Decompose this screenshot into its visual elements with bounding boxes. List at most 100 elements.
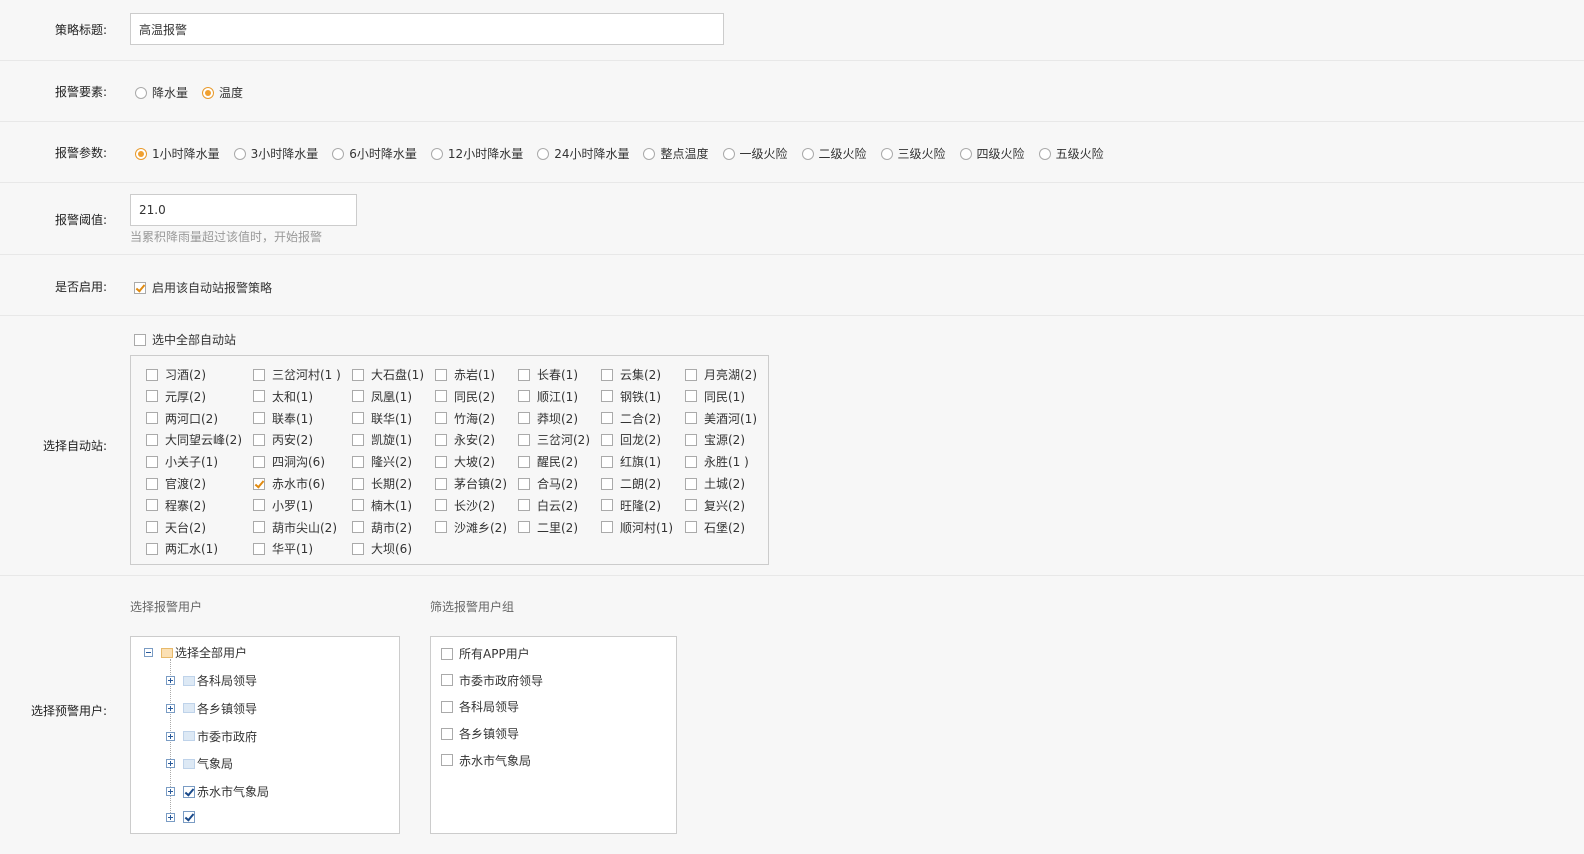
alarm-param-radio[interactable]: [430, 147, 443, 160]
station-checkbox[interactable]: [601, 390, 613, 403]
station-checkbox-item[interactable]: 联华(1): [352, 410, 412, 427]
alarm-param-radio[interactable]: [722, 147, 735, 160]
station-checkbox-item[interactable]: 程寨(2): [146, 497, 206, 514]
station-checkbox-item[interactable]: 旺隆(2): [601, 497, 661, 514]
station-checkbox-item[interactable]: 红旗(1): [601, 453, 661, 470]
station-checkbox-item[interactable]: 元厚(2): [146, 388, 206, 405]
station-checkbox-item[interactable]: 莽坝(2): [518, 410, 578, 427]
station-checkbox-item[interactable]: 联奉(1): [253, 410, 313, 427]
station-checkbox-item[interactable]: 复兴(2): [685, 497, 745, 514]
station-checkbox[interactable]: [352, 390, 364, 403]
station-checkbox[interactable]: [435, 521, 447, 534]
station-checkbox[interactable]: [435, 412, 447, 425]
expand-icon[interactable]: [166, 703, 175, 713]
station-checkbox[interactable]: [352, 433, 364, 446]
alarm-param-option[interactable]: 24小时降水量: [537, 145, 629, 162]
station-checkbox[interactable]: [146, 542, 158, 555]
threshold-input[interactable]: 21.0: [130, 194, 357, 226]
expand-icon[interactable]: [166, 759, 175, 769]
alarm-element-option[interactable]: 温度: [202, 84, 243, 101]
station-checkbox[interactable]: [253, 433, 265, 446]
tree-root-node[interactable]: 选择全部用户: [144, 644, 247, 661]
station-checkbox[interactable]: [601, 412, 613, 425]
station-checkbox-item[interactable]: 大坡(2): [435, 453, 495, 470]
user-group-item[interactable]: 赤水市气象局: [441, 752, 531, 769]
station-checkbox-item[interactable]: 长沙(2): [435, 497, 495, 514]
station-checkbox[interactable]: [435, 499, 447, 512]
alarm-element-radio[interactable]: [202, 86, 215, 99]
station-checkbox-item[interactable]: 沙滩乡(2): [435, 519, 507, 536]
station-checkbox[interactable]: [253, 390, 265, 403]
station-checkbox-item[interactable]: 习酒(2): [146, 366, 206, 383]
station-checkbox[interactable]: [518, 433, 530, 446]
expand-icon[interactable]: [166, 812, 175, 822]
tree-child-node[interactable]: 各科局领导: [166, 672, 257, 689]
station-checkbox[interactable]: [518, 412, 530, 425]
station-checkbox[interactable]: [518, 368, 530, 381]
station-checkbox[interactable]: [685, 521, 697, 534]
station-checkbox-item[interactable]: 二合(2): [601, 410, 661, 427]
alarm-param-radio[interactable]: [537, 147, 550, 160]
station-checkbox[interactable]: [601, 499, 613, 512]
station-checkbox[interactable]: [601, 521, 613, 534]
station-checkbox-item[interactable]: 二朗(2): [601, 475, 661, 492]
tree-child-node[interactable]: 赤水市气象局: [166, 783, 269, 800]
collapse-icon[interactable]: [144, 648, 153, 657]
station-checkbox[interactable]: [685, 368, 697, 381]
alarm-param-radio[interactable]: [959, 147, 972, 160]
station-checkbox[interactable]: [518, 521, 530, 534]
station-checkbox-item[interactable]: 凤凰(1): [352, 388, 412, 405]
user-group-checkbox[interactable]: [441, 700, 453, 713]
select-all-stations-checkbox[interactable]: 选中全部自动站: [134, 331, 236, 348]
station-checkbox[interactable]: [435, 455, 447, 468]
station-checkbox-item[interactable]: 赤岩(1): [435, 366, 495, 383]
station-checkbox[interactable]: [352, 499, 364, 512]
select-all-stations-box[interactable]: [134, 333, 146, 346]
station-checkbox-item[interactable]: 凯旋(1): [352, 431, 412, 448]
station-checkbox-item[interactable]: 楠木(1): [352, 497, 412, 514]
station-checkbox-item[interactable]: 顺河村(1): [601, 519, 673, 536]
station-checkbox[interactable]: [146, 368, 158, 381]
station-checkbox-item[interactable]: 月亮湖(2): [685, 366, 757, 383]
station-checkbox[interactable]: [352, 542, 364, 555]
station-checkbox-item[interactable]: 长春(1): [518, 366, 578, 383]
station-checkbox-item[interactable]: 小罗(1): [253, 497, 313, 514]
station-checkbox[interactable]: [601, 477, 613, 490]
station-checkbox[interactable]: [685, 499, 697, 512]
station-checkbox[interactable]: [253, 542, 265, 555]
station-checkbox-item[interactable]: 醒民(2): [518, 453, 578, 470]
station-checkbox[interactable]: [435, 433, 447, 446]
alarm-param-option[interactable]: 3小时降水量: [233, 145, 318, 162]
user-group-item[interactable]: 各科局领导: [441, 698, 519, 715]
user-group-checkbox[interactable]: [441, 754, 453, 767]
alarm-param-option[interactable]: 一级火险: [722, 145, 788, 162]
station-checkbox-item[interactable]: 天台(2): [146, 519, 206, 536]
station-checkbox[interactable]: [435, 368, 447, 381]
station-checkbox-item[interactable]: 三岔河(2): [518, 431, 590, 448]
station-checkbox[interactable]: [352, 412, 364, 425]
user-group-item[interactable]: 所有APP用户: [441, 645, 530, 662]
station-checkbox-item[interactable]: 顺江(1): [518, 388, 578, 405]
station-checkbox-item[interactable]: 云集(2): [601, 366, 661, 383]
station-checkbox[interactable]: [352, 521, 364, 534]
alarm-param-radio[interactable]: [1038, 147, 1051, 160]
station-checkbox[interactable]: [601, 455, 613, 468]
tree-child-node[interactable]: 气象局: [166, 755, 233, 772]
station-checkbox-item[interactable]: 白云(2): [518, 497, 578, 514]
tree-child-node[interactable]: 各乡镇领导: [166, 700, 257, 717]
station-checkbox[interactable]: [435, 477, 447, 490]
station-checkbox[interactable]: [146, 412, 158, 425]
user-group-checkbox[interactable]: [441, 727, 453, 740]
station-checkbox-item[interactable]: 官渡(2): [146, 475, 206, 492]
station-checkbox-item[interactable]: 同民(1): [685, 388, 745, 405]
station-checkbox-item[interactable]: 永胜(1 ): [685, 453, 749, 470]
station-checkbox[interactable]: [146, 433, 158, 446]
station-checkbox-item[interactable]: 隆兴(2): [352, 453, 412, 470]
station-checkbox-item[interactable]: 华平(1): [253, 540, 313, 557]
station-checkbox[interactable]: [435, 390, 447, 403]
station-checkbox[interactable]: [146, 455, 158, 468]
station-checkbox[interactable]: [601, 368, 613, 381]
station-checkbox[interactable]: [518, 390, 530, 403]
station-checkbox[interactable]: [253, 368, 265, 381]
station-checkbox[interactable]: [685, 412, 697, 425]
